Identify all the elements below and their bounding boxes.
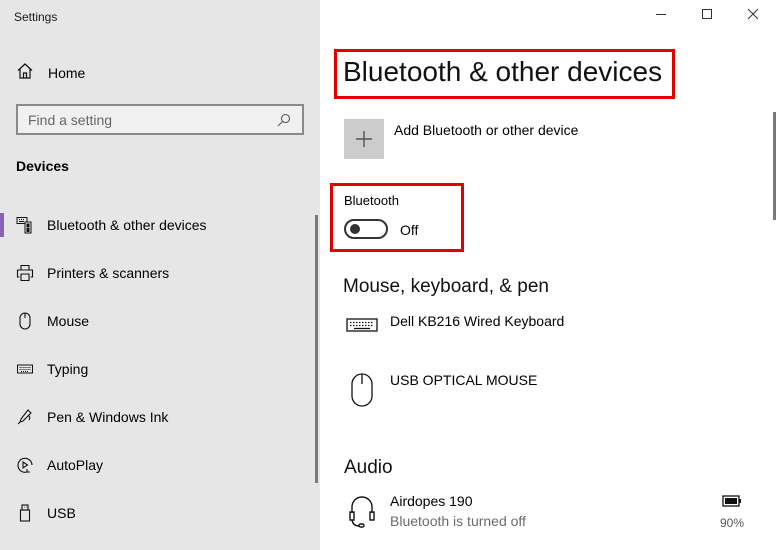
- sidebar: Settings Home Devices Bluetooth: [0, 0, 320, 550]
- battery-percentage: 90%: [719, 516, 744, 530]
- sidebar-item-label: Pen & Windows Ink: [47, 409, 169, 425]
- device-name: Airdopes 190: [390, 493, 473, 509]
- toggle-knob: [350, 224, 360, 234]
- headset-icon: [344, 493, 380, 529]
- bluetooth-toggle[interactable]: [344, 219, 388, 239]
- maximize-button[interactable]: [684, 0, 730, 32]
- sidebar-item-usb[interactable]: USB: [0, 496, 310, 544]
- sidebar-item-label: Bluetooth & other devices: [47, 217, 207, 233]
- sidebar-item-label: Typing: [47, 361, 89, 377]
- pen-icon: [16, 407, 34, 427]
- sidebar-item-pen[interactable]: Pen & Windows Ink: [0, 400, 310, 448]
- bluetooth-highlight-box: Bluetooth Off: [330, 183, 464, 252]
- section-heading-audio: Audio: [344, 457, 393, 478]
- keyboard-icon: [16, 359, 34, 379]
- device-keyboard[interactable]: Dell KB216 Wired Keyboard: [344, 313, 564, 333]
- search-input[interactable]: [28, 111, 274, 128]
- main-content: Bluetooth & other devices Add Bluetooth …: [320, 0, 776, 550]
- selection-indicator: [0, 213, 4, 237]
- sidebar-item-label: Mouse: [47, 313, 90, 329]
- sidebar-item-autoplay[interactable]: AutoPlay: [0, 448, 310, 496]
- section-heading-input-devices: Mouse, keyboard, & pen: [343, 276, 549, 297]
- sidebar-scrollbar[interactable]: [315, 215, 318, 483]
- sidebar-item-label: Printers & scanners: [47, 265, 170, 281]
- window-controls: [638, 0, 776, 32]
- add-device-label: Add Bluetooth or other device: [394, 122, 579, 138]
- sidebar-item-printers[interactable]: Printers & scanners: [0, 256, 310, 304]
- bluetooth-state: Off: [400, 222, 419, 238]
- device-name: USB OPTICAL MOUSE: [390, 372, 538, 388]
- mouse-icon: [344, 372, 380, 408]
- device-status: Bluetooth is turned off: [390, 513, 526, 529]
- bluetooth-devices-icon: [16, 215, 34, 235]
- title-highlight-box: Bluetooth & other devices: [334, 49, 675, 99]
- page-title: Bluetooth & other devices: [343, 56, 663, 87]
- home-label: Home: [48, 65, 86, 81]
- bluetooth-label: Bluetooth: [344, 193, 399, 208]
- close-button[interactable]: [730, 0, 776, 32]
- minimize-icon: [655, 7, 667, 25]
- section-label-devices: Devices: [16, 158, 69, 174]
- device-mouse[interactable]: USB OPTICAL MOUSE: [344, 372, 537, 408]
- add-device-button[interactable]: Add Bluetooth or other device: [344, 119, 578, 159]
- home-link[interactable]: Home: [16, 62, 85, 84]
- keyboard-icon: [344, 313, 380, 333]
- sidebar-item-bluetooth[interactable]: Bluetooth & other devices: [0, 208, 310, 256]
- minimize-button[interactable]: [638, 0, 684, 32]
- battery-indicator: 90%: [720, 494, 744, 530]
- sidebar-item-label: AutoPlay: [47, 457, 104, 473]
- maximize-icon: [701, 7, 713, 25]
- device-headset[interactable]: Airdopes 190 Bluetooth is turned off: [344, 493, 526, 529]
- battery-icon: [722, 494, 742, 512]
- autoplay-icon: [16, 455, 34, 475]
- sidebar-nav: Bluetooth & other devices Printers & sca…: [0, 208, 310, 544]
- search-icon[interactable]: [274, 113, 294, 127]
- search-box[interactable]: [16, 104, 304, 135]
- home-icon: [16, 62, 34, 85]
- usb-icon: [16, 503, 34, 523]
- sidebar-item-label: USB: [47, 505, 76, 521]
- mouse-icon: [16, 311, 34, 331]
- plus-icon: [344, 119, 384, 159]
- sidebar-item-typing[interactable]: Typing: [0, 352, 310, 400]
- close-icon: [747, 7, 759, 25]
- device-name: Dell KB216 Wired Keyboard: [390, 313, 565, 329]
- sidebar-item-mouse[interactable]: Mouse: [0, 304, 310, 352]
- printer-icon: [16, 263, 34, 283]
- app-title: Settings: [14, 10, 58, 24]
